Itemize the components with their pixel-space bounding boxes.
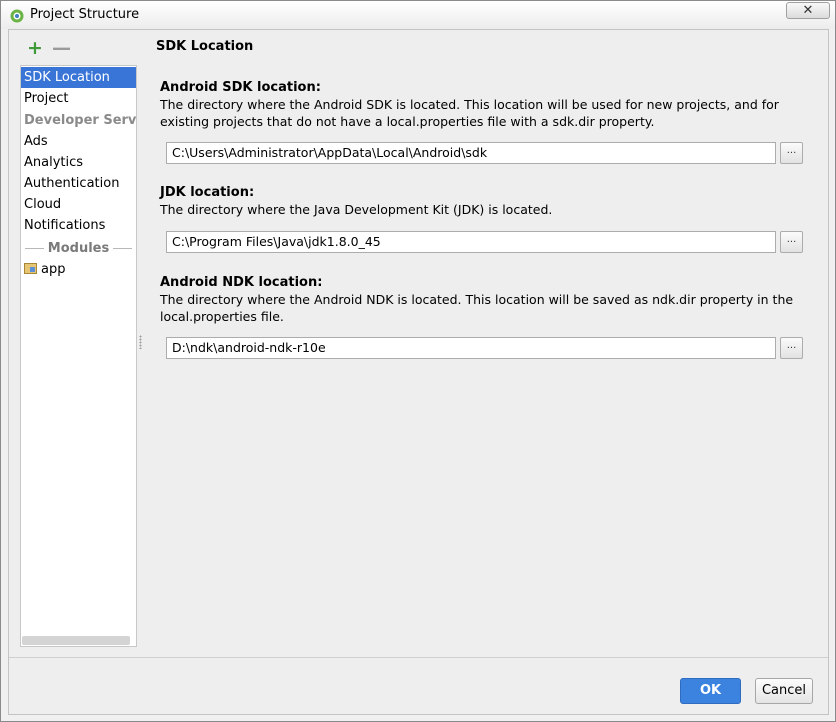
sdk-location-group: Android SDK location: The directory wher… — [160, 80, 805, 130]
ndk-location-input[interactable]: D:\ndk\android-ndk-r10e — [166, 337, 776, 359]
close-icon: ✕ — [802, 3, 814, 18]
remove-icon[interactable]: — — [52, 39, 71, 58]
sidebar-item-ads[interactable]: Ads — [21, 131, 136, 152]
footer-divider — [9, 657, 828, 658]
developer-services-heading: Developer Services — [24, 113, 137, 128]
sidebar-item-label: app — [41, 262, 66, 277]
sidebar-item-app-module[interactable]: app — [21, 259, 136, 280]
sidebar-item-label: Authentication — [24, 176, 120, 191]
add-icon[interactable]: + — [27, 39, 43, 58]
ndk-location-label: Android NDK location: — [160, 275, 323, 290]
project-structure-dialog: Project Structure ✕ + — SDK Location Pro… — [0, 0, 836, 722]
divider-line — [25, 248, 44, 249]
sdk-browse-button[interactable]: ... — [780, 142, 803, 164]
ndk-location-description: The directory where the Android NDK is l… — [160, 292, 794, 324]
jdk-browse-button[interactable]: ... — [780, 231, 803, 253]
ndk-browse-button[interactable]: ... — [780, 337, 803, 359]
sidebar-item-label: Notifications — [24, 218, 106, 233]
ok-button[interactable]: OK — [680, 678, 741, 704]
sidebar-item-analytics[interactable]: Analytics — [21, 152, 136, 173]
modules-divider: Modules — [21, 238, 136, 259]
sdk-location-input[interactable]: C:\Users\Administrator\AppData\Local\And… — [166, 142, 776, 164]
sidebar-item-authentication[interactable]: Authentication — [21, 173, 136, 194]
divider-line — [113, 248, 133, 249]
jdk-location-description: The directory where the Java Development… — [160, 202, 553, 217]
page-title: SDK Location — [156, 39, 254, 54]
close-button[interactable]: ✕ — [786, 2, 830, 19]
sidebar: SDK Location Project Developer Services … — [20, 65, 137, 647]
dialog-body: + — SDK Location Project Developer Servi… — [8, 29, 829, 715]
ndk-location-group: Android NDK location: The directory wher… — [160, 275, 805, 325]
sdk-location-description: The directory where the Android SDK is l… — [160, 97, 779, 129]
sidebar-item-label: Ads — [24, 134, 48, 149]
sdk-location-label: Android SDK location: — [160, 80, 321, 95]
modules-heading: Modules — [47, 241, 110, 256]
sidebar-item-project[interactable]: Project — [21, 88, 136, 109]
jdk-location-group: JDK location: The directory where the Ja… — [160, 185, 805, 218]
sidebar-item-sdk-location[interactable]: SDK Location — [21, 67, 136, 88]
splitter-handle[interactable] — [139, 335, 142, 349]
sidebar-horizontal-scrollbar[interactable] — [22, 636, 130, 645]
sidebar-item-notifications[interactable]: Notifications — [21, 215, 136, 236]
title-bar[interactable]: Project Structure ✕ — [1, 1, 835, 29]
jdk-location-label: JDK location: — [160, 185, 255, 200]
sidebar-item-label: Cloud — [24, 197, 62, 212]
sidebar-item-label: Analytics — [24, 155, 84, 170]
module-folder-icon — [24, 263, 37, 274]
cancel-button[interactable]: Cancel — [755, 678, 813, 704]
sidebar-item-cloud[interactable]: Cloud — [21, 194, 136, 215]
sidebar-item-label: Project — [24, 91, 69, 106]
window-title: Project Structure — [30, 7, 140, 22]
jdk-location-input[interactable]: C:\Program Files\Java\jdk1.8.0_45 — [166, 231, 776, 253]
android-studio-icon — [10, 9, 24, 23]
sidebar-item-label: SDK Location — [24, 70, 110, 85]
